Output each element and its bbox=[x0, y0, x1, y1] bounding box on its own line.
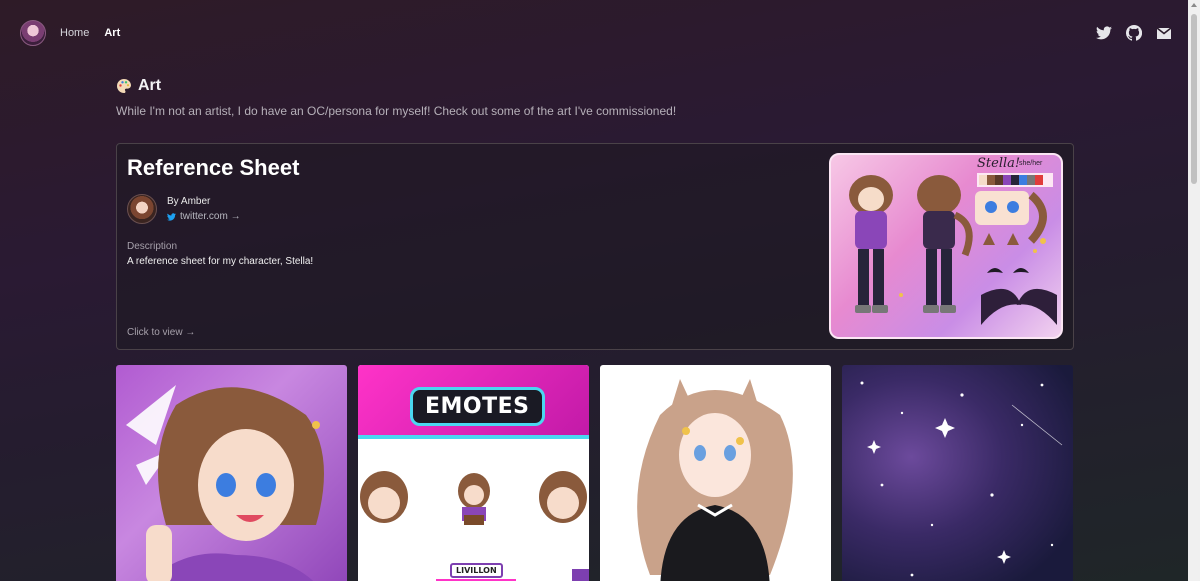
reference-sheet-pronouns: she/her bbox=[1019, 160, 1043, 167]
featured-card[interactable]: Reference Sheet By Amber twitter.com → D… bbox=[116, 143, 1074, 350]
gallery-tile-portrait[interactable] bbox=[116, 365, 347, 581]
twitter-icon[interactable] bbox=[1095, 24, 1113, 42]
author-avatar bbox=[127, 194, 157, 224]
palette-icon bbox=[117, 79, 131, 93]
top-nav: Home Art bbox=[0, 0, 1188, 66]
scrollbar-thumb[interactable] bbox=[1191, 14, 1197, 184]
gallery-tile-emotes[interactable]: EMOTES LIVILLON bbox=[358, 365, 589, 581]
reference-sheet-name: Stella! bbox=[977, 156, 1021, 171]
click-to-view-link[interactable]: Click to view → bbox=[127, 327, 195, 338]
nav-home-link[interactable]: Home bbox=[60, 27, 89, 39]
livillon-label: LIVILLON bbox=[450, 563, 503, 578]
author-name: By Amber bbox=[167, 196, 211, 207]
author-block: By Amber twitter.com → bbox=[127, 194, 241, 224]
twitter-icon bbox=[167, 212, 176, 221]
mail-icon[interactable] bbox=[1155, 24, 1173, 42]
page-title: Art bbox=[116, 77, 676, 95]
gallery-tile-sketch[interactable] bbox=[600, 365, 831, 581]
page-subtitle: While I'm not an artist, I do have an OC… bbox=[116, 104, 677, 118]
page-header: Art While I'm not an artist, I do have a… bbox=[116, 77, 676, 118]
featured-title: Reference Sheet bbox=[127, 155, 300, 180]
art-gallery: EMOTES LIVILLON bbox=[116, 365, 1073, 581]
author-twitter-link[interactable]: twitter.com → bbox=[167, 211, 241, 222]
description-label: Description bbox=[127, 241, 178, 252]
github-icon[interactable] bbox=[1125, 24, 1143, 42]
site-avatar[interactable] bbox=[20, 20, 46, 46]
gallery-tile-galaxy[interactable] bbox=[842, 365, 1073, 581]
nav-art-link[interactable]: Art bbox=[104, 27, 120, 39]
author-link-text: twitter.com → bbox=[180, 211, 241, 222]
page-scrollbar[interactable] bbox=[1188, 0, 1200, 581]
description-text: A reference sheet for my character, Stel… bbox=[127, 256, 314, 267]
social-links bbox=[1095, 24, 1173, 42]
scroll-up-arrow-icon[interactable] bbox=[1191, 3, 1197, 7]
page-title-text: Art bbox=[138, 77, 162, 94]
reference-sheet-image[interactable]: Stella! she/her bbox=[829, 153, 1063, 339]
